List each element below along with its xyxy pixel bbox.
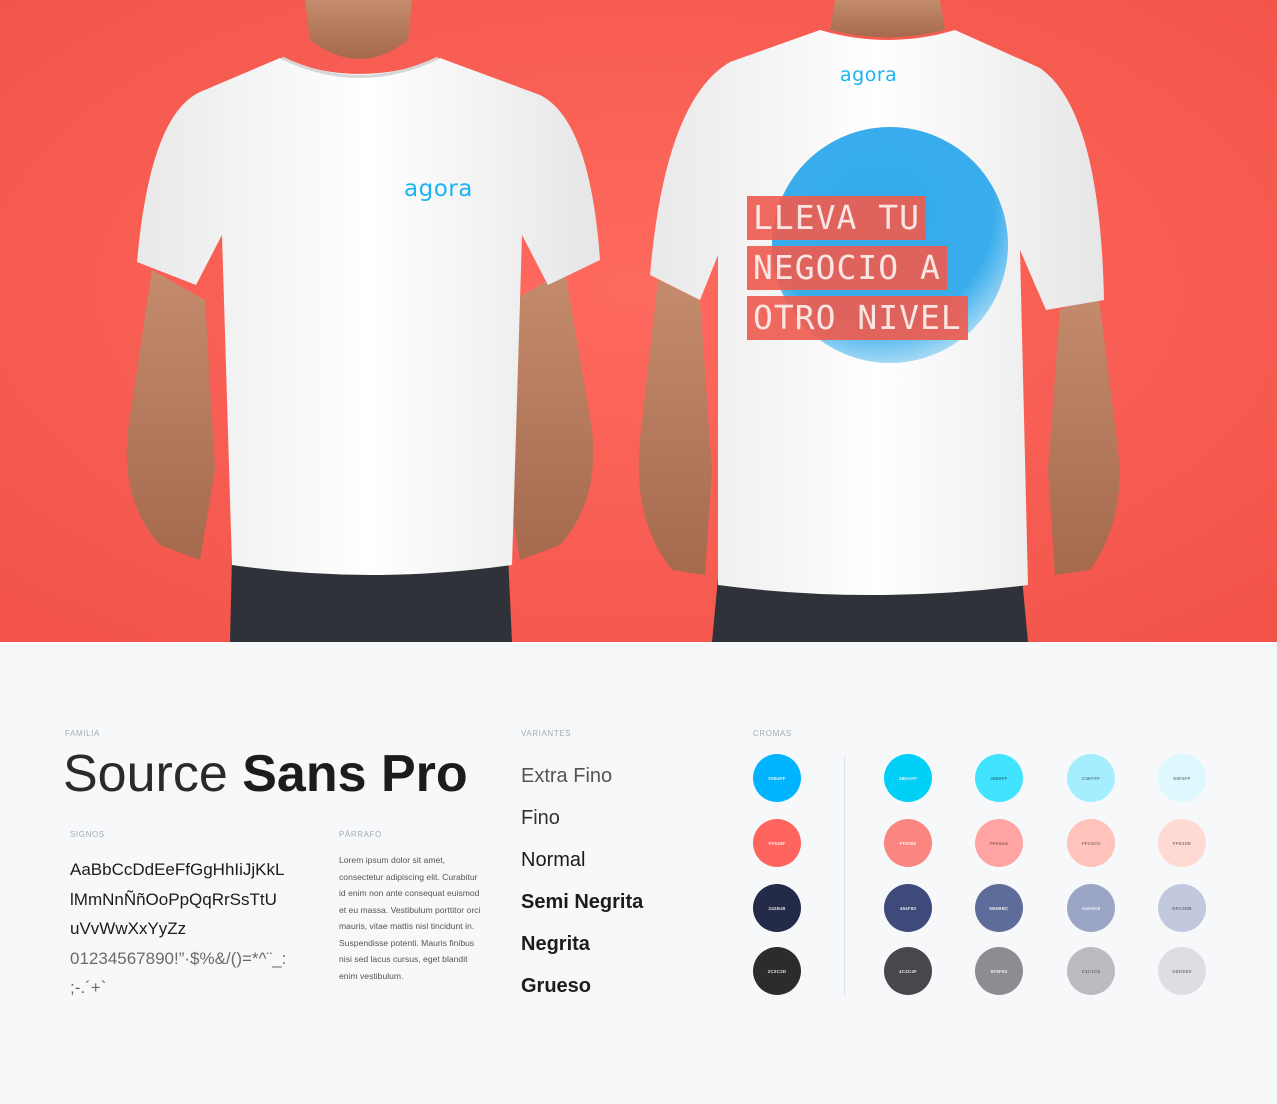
front-brand-logo: agora (404, 176, 473, 202)
font-variants-list: Extra Fino Fino Normal Semi Negrita Negr… (521, 755, 643, 1007)
paragraph-label: PÁRRAFO (339, 830, 382, 839)
slogan-line: OTRO NIVEL (747, 296, 968, 340)
color-swatch-tint: FFA5A4 (975, 819, 1023, 867)
color-swatch-tint: DFC2DB (1158, 884, 1206, 932)
color-swatch-tint: DEDEE0 (1158, 947, 1206, 995)
slogan-line: NEGOCIO A (747, 246, 947, 290)
colors-label: CROMAS (753, 729, 792, 738)
slogan-line: LLEVA TU (747, 196, 926, 240)
symbol-line: ;-.´+` (70, 978, 107, 997)
color-swatch-tint: FFE3DE (1158, 819, 1206, 867)
glyph-line: AaBbCcDdEeFfGgHhIiJjKkL (70, 860, 285, 879)
color-swatch-tint: 4C4C4F (884, 947, 932, 995)
color-swatch-tint: 8F8F93 (975, 947, 1023, 995)
symbol-line: 01234567890!”·$%&/()=*^¨_: (70, 948, 287, 968)
color-swatch-tint: A5A5C6 (1067, 884, 1115, 932)
variant-negrita: Negrita (521, 933, 590, 955)
color-swatch-tint: FF8380 (884, 819, 932, 867)
color-swatch-tint: C5EFFF (1067, 754, 1115, 802)
color-swatch-tint: 6B6BBC (975, 884, 1023, 932)
family-label: FAMILIA (65, 729, 100, 738)
glyph-specimen: AaBbCcDdEeFfGgHhIiJjKkL lMmNnÑñOoPpQqRrS… (70, 855, 320, 1003)
back-brand-logo: agora (840, 64, 898, 86)
color-swatch-tint: E8F8FF (1158, 754, 1206, 802)
tshirt-illustration (0, 0, 1277, 642)
color-swatch-primary: FF645F (753, 819, 801, 867)
color-swatch-primary: 242B49 (753, 884, 801, 932)
glyph-line: uVvWwXxYyZz (70, 919, 187, 938)
family-name-bold: Sans Pro (242, 745, 468, 803)
color-swatch-tint: 38E8FF (975, 754, 1023, 802)
variant-fino: Fino (521, 807, 560, 829)
variant-extra-fino: Extra Fino (521, 765, 613, 787)
color-swatch-primary: 2C2C2D (753, 947, 801, 995)
variant-grueso: Grueso (521, 975, 592, 997)
variants-label: VARIANTES (521, 729, 572, 738)
color-swatch-tint: C1C1C5 (1067, 947, 1115, 995)
family-name-light: Source (63, 745, 228, 803)
paragraph-specimen: Lorem ipsum dolor sit amet, consectetur … (339, 855, 481, 981)
color-swatch-tint: 38DAFF (884, 754, 932, 802)
palette-divider (844, 756, 845, 996)
color-swatch-primary: 00B4FF (753, 754, 801, 802)
font-family-name: Source Sans Pro (63, 742, 468, 806)
variant-semi-negrita: Semi Negrita (521, 891, 644, 913)
color-swatch-tint: FFC6C0 (1067, 819, 1115, 867)
tshirt-mockup: agora agora LLEVA TU NEGOCIO A OTRO NIVE… (0, 0, 1277, 642)
color-swatch-tint: 454F83 (884, 884, 932, 932)
glyph-line: lMmNnÑñOoPpQqRrSsTtU (70, 889, 277, 909)
shirt-slogan: LLEVA TU NEGOCIO A OTRO NIVEL (747, 196, 968, 340)
signs-label: SIGNOS (70, 830, 105, 839)
variant-normal: Normal (521, 849, 586, 871)
